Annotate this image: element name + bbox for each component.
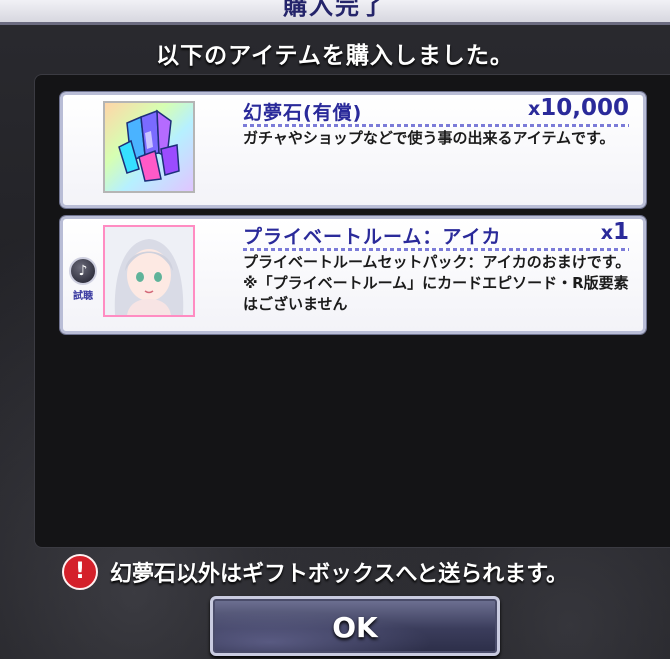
dialog-title-bar: 購入完了: [0, 0, 670, 25]
item-description: プライベートルームセットパック：アイカのおまけです。※「プライベートルーム」にカ…: [243, 253, 631, 313]
notice-text: 幻夢石以外はギフトボックスへと送られます。: [110, 562, 569, 587]
ok-button-label: OK: [332, 611, 378, 644]
music-note-icon[interactable]: ♪: [69, 257, 97, 285]
dialog-title: 購入完了: [283, 0, 387, 20]
crystal-icon: [103, 101, 195, 193]
item-name: 幻夢石(有償): [243, 102, 363, 124]
listen-label: 試聴: [73, 291, 93, 302]
purchase-message: 以下のアイテムを購入しました。: [156, 43, 514, 69]
purchased-item-card: ♪ 試聴 プライベートルーム：アイカ x1 プライベートルームセットパック：アイ…: [60, 216, 646, 334]
warning-icon: !: [62, 554, 98, 590]
item-quantity: x10,000: [527, 95, 629, 121]
item-name: プライベートルーム：アイカ: [243, 226, 502, 248]
listen-button[interactable]: ♪ 試聴: [68, 257, 98, 302]
name-underline: [243, 124, 629, 127]
purchased-item-card: 幻夢石(有償) x10,000 ガチャやショップなどで使う事の出来るアイテムです…: [60, 92, 646, 208]
name-underline: [243, 248, 629, 251]
item-description: ガチャやショップなどで使う事の出来るアイテムです。: [243, 129, 615, 147]
ok-button[interactable]: OK: [210, 596, 500, 656]
item-quantity: x1: [600, 219, 629, 245]
character-portrait: [103, 225, 195, 317]
